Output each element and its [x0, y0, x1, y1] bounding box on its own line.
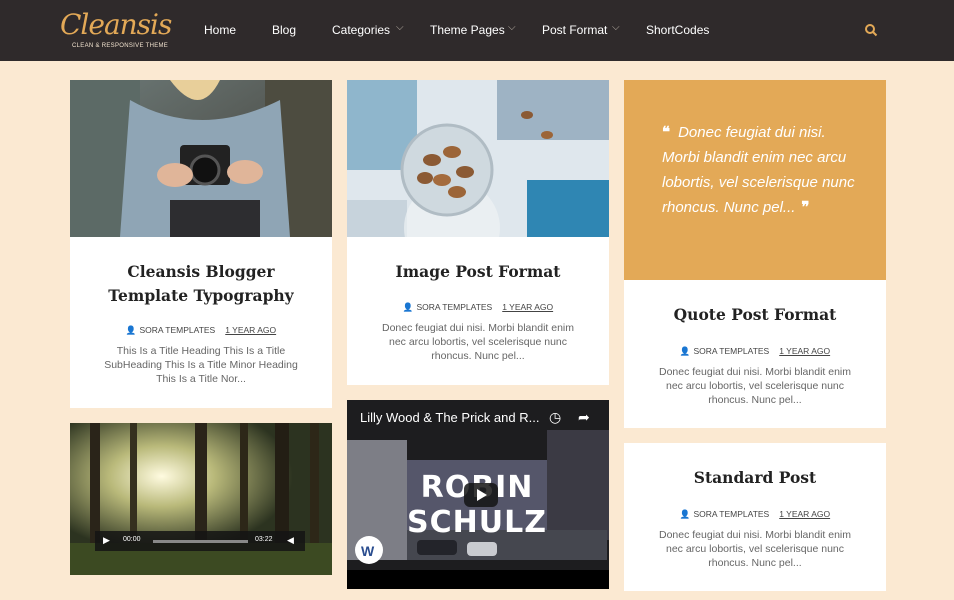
post-title[interactable]: Standard Post — [624, 466, 886, 490]
post-meta: 👤 SORA TEMPLATES 1 YEAR AGO — [624, 509, 886, 520]
duration: 03:22 — [255, 536, 273, 543]
chevron-down-icon[interactable]: ⌵ — [396, 22, 404, 33]
logo-text: Cleansis — [60, 8, 172, 41]
play-icon[interactable]: ▶ — [103, 535, 110, 546]
post-thumbnail[interactable] — [70, 423, 332, 575]
post-date[interactable]: 1 YEAR AGO — [502, 302, 553, 312]
post-meta: 👤 SORA TEMPLATES 1 YEAR AGO — [70, 325, 332, 336]
post-date[interactable]: 1 YEAR AGO — [779, 509, 830, 519]
nav-item-shortcodes[interactable]: ShortCodes — [646, 23, 709, 37]
chevron-down-icon[interactable]: ⌵ — [612, 22, 620, 33]
nav-item-post-format[interactable]: Post Format — [542, 23, 607, 37]
post-excerpt: Donec feugiat dui nisi. Morbi blandit en… — [658, 366, 852, 406]
user-icon: 👤 — [679, 509, 691, 519]
clock-icon[interactable]: ◷ — [549, 409, 561, 426]
post-date[interactable]: 1 YEAR AGO — [779, 346, 830, 356]
user-icon: 👤 — [679, 346, 691, 356]
current-time: 00:00 — [123, 536, 141, 543]
audio-player: ▶ 00:00 03:22 ◀ — [95, 531, 305, 551]
chevron-down-icon[interactable]: ⌵ — [508, 22, 516, 33]
play-button[interactable] — [464, 483, 498, 507]
site-logo[interactable]: Cleansis CLEAN & RESPONSIVE THEME — [60, 8, 172, 53]
post-excerpt: This Is a Title Heading This Is a Title … — [104, 345, 298, 385]
post-card-audio — [70, 423, 332, 575]
quote-open-icon: ❝ — [662, 123, 671, 141]
logo-tagline: CLEAN & RESPONSIVE THEME — [72, 43, 169, 49]
quote-text: ❝ Donec feugiat dui nisi. Morbi blandit e… — [662, 120, 858, 220]
user-icon: 👤 — [125, 325, 137, 335]
nav-item-theme-pages[interactable]: Theme Pages — [430, 23, 505, 37]
site-header: Cleansis CLEAN & RESPONSIVE THEME Home B… — [0, 0, 954, 61]
post-meta: 👤 SORA TEMPLATES 1 YEAR AGO — [624, 346, 886, 357]
post-card-image: Image Post Format 👤 SORA TEMPLATES 1 YEAR … — [347, 80, 609, 385]
play-icon — [477, 489, 487, 501]
post-author[interactable]: SORA TEMPLATES — [693, 509, 769, 519]
post-author[interactable]: SORA TEMPLATES — [139, 325, 215, 335]
post-title[interactable]: Cleansis Blogger Template Typography — [70, 260, 332, 308]
post-excerpt: Donec feugiat dui nisi. Morbi blandit en… — [381, 322, 575, 362]
video-title[interactable]: Lilly Wood & The Prick and R... — [360, 410, 550, 425]
post-thumbnail[interactable] — [70, 80, 332, 237]
post-author[interactable]: SORA TEMPLATES — [416, 302, 492, 312]
quote-close-icon: ❞ — [801, 198, 810, 216]
quote-body: Donec feugiat dui nisi. Morbi blandit en… — [662, 124, 855, 216]
post-thumbnail[interactable] — [347, 80, 609, 237]
nav-item-home[interactable]: Home — [204, 23, 236, 37]
post-author[interactable]: SORA TEMPLATES — [693, 346, 769, 356]
post-meta: 👤 SORA TEMPLATES 1 YEAR AGO — [347, 302, 609, 313]
quote-block: ❝ Donec feugiat dui nisi. Morbi blandit e… — [624, 80, 886, 280]
post-card-typography: Cleansis Blogger Template Typography 👤 SO… — [70, 80, 332, 408]
volume-icon[interactable]: ◀ — [287, 535, 294, 546]
post-card-standard: Standard Post 👤 SORA TEMPLATES 1 YEAR AGO … — [624, 443, 886, 591]
nav-item-categories[interactable]: Categories — [332, 23, 390, 37]
search-icon[interactable] — [864, 23, 878, 37]
nav-item-blog[interactable]: Blog — [272, 23, 296, 37]
user-icon: 👤 — [402, 302, 414, 312]
post-date[interactable]: 1 YEAR AGO — [225, 325, 276, 335]
share-icon[interactable]: ➦ — [578, 409, 590, 426]
post-title[interactable]: Image Post Format — [347, 260, 609, 284]
post-excerpt: Donec feugiat dui nisi. Morbi blandit en… — [658, 529, 852, 569]
post-title[interactable]: Quote Post Format — [624, 303, 886, 327]
post-card-quote: Quote Post Format 👤 SORA TEMPLATES 1 YEAR … — [624, 280, 886, 428]
svg-text:W: W — [361, 543, 375, 559]
audio-progress-track[interactable] — [153, 540, 248, 543]
